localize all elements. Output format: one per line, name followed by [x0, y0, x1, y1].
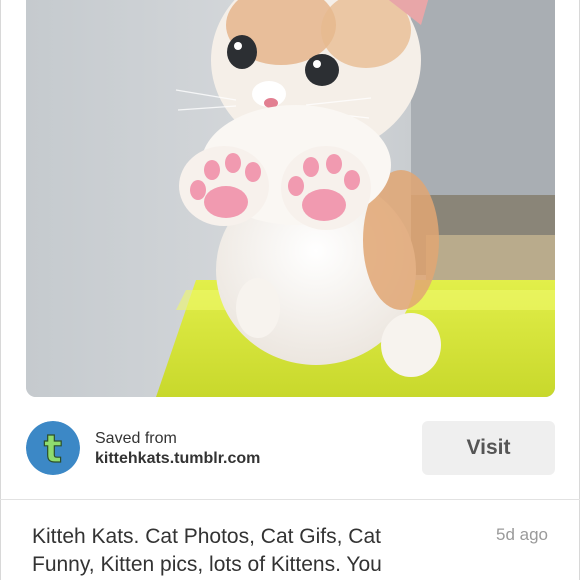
kitten-illustration	[26, 0, 555, 397]
section-divider	[0, 499, 580, 500]
pin-source: t Saved from kittehkats.tumblr.com Visit	[26, 421, 555, 477]
source-domain-link[interactable]: kittehkats.tumblr.com	[95, 449, 260, 469]
left-border	[0, 0, 1, 580]
pin-timestamp: 5d ago	[496, 525, 548, 544]
tumblr-t-icon[interactable]: t	[26, 421, 80, 475]
pin-image[interactable]	[26, 0, 555, 397]
visit-button[interactable]: Visit	[422, 421, 555, 475]
source-info: Saved from kittehkats.tumblr.com	[95, 429, 260, 469]
saved-from-label: Saved from	[95, 430, 177, 447]
pin-description: Kitteh Kats. Cat Photos, Cat Gifs, Cat F…	[32, 525, 382, 576]
svg-text:t: t	[44, 427, 62, 471]
pin-detail-page: t Saved from kittehkats.tumblr.com Visit…	[0, 0, 580, 580]
